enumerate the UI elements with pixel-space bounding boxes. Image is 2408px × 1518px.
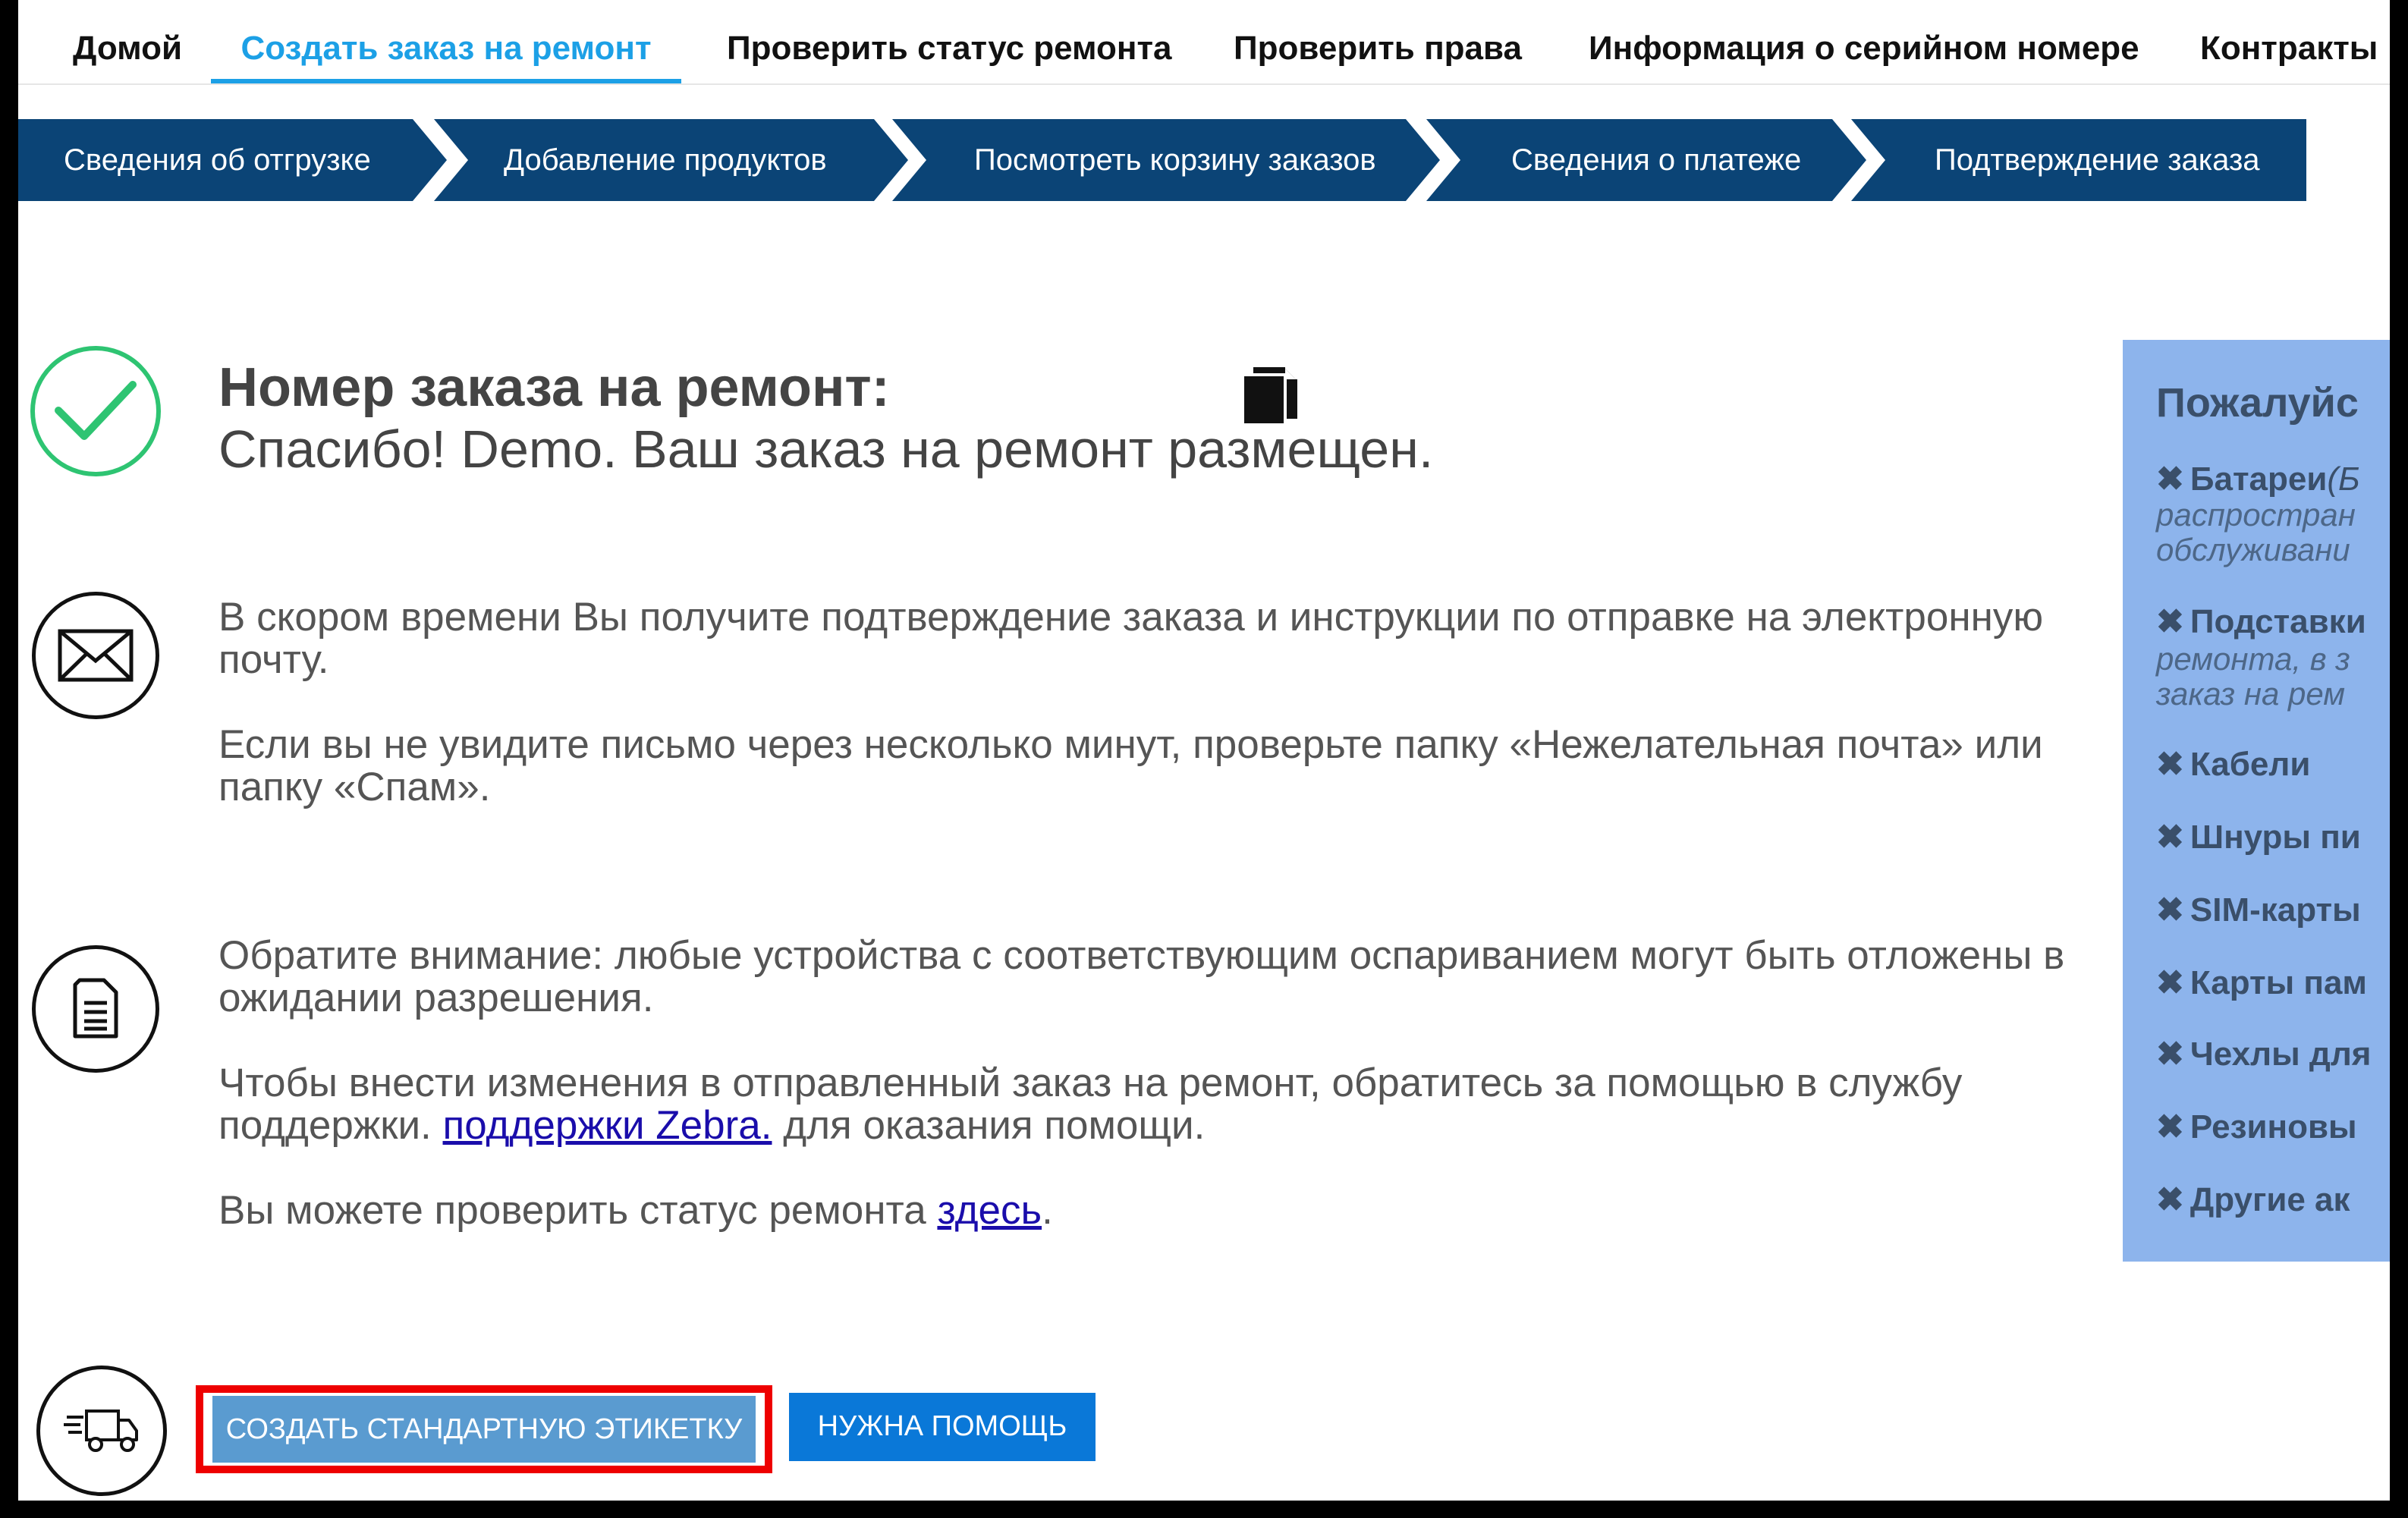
- sidepanel-item-label: Батареи: [2190, 460, 2328, 498]
- top-navigation: Домой Создать заказ на ремонт Проверить …: [18, 0, 2390, 85]
- sidepanel-subtext: заказ на рем: [2156, 676, 2346, 712]
- sidepanel-item-label: SIM-карты: [2190, 891, 2361, 929]
- sidepanel-item-label: Подставки: [2190, 603, 2366, 640]
- x-icon: ✖: [2156, 964, 2184, 1001]
- check-status-text-end: .: [1042, 1188, 1053, 1233]
- sidepanel-item-label: Кабели: [2190, 746, 2311, 783]
- step-label: Сведения о платеже: [1511, 143, 1802, 177]
- create-standard-label-button[interactable]: СОЗДАТЬ СТАНДАРТНУЮ ЭТИКЕТКУ: [212, 1396, 756, 1463]
- sidepanel-item-cases: ✖ Чехлы для: [2156, 1035, 2371, 1073]
- step-label: Подтверждение заказа: [1935, 143, 2260, 177]
- change-order-text: Чтобы внести изменения в отправленный за…: [218, 1062, 2138, 1147]
- spam-folder-text: Если вы не увидите письмо через нескольк…: [218, 722, 2043, 809]
- sidepanel-subtext: обслуживани: [2156, 532, 2350, 567]
- accessories-sidepanel: Пожалуйс ✖ Батареи(Б распростран обслужив…: [2123, 340, 2390, 1262]
- check-circle-icon: [30, 346, 161, 476]
- sidepanel-item-label: Чехлы для: [2190, 1036, 2372, 1073]
- sidepanel-subtext: распростран: [2156, 497, 2356, 533]
- dispute-notice-text: Обратите внимание: любые устройства с со…: [218, 933, 2065, 1020]
- sidepanel-item-rubber: ✖ Резиновы: [2156, 1108, 2357, 1146]
- nav-contracts[interactable]: Контракты: [2200, 20, 2378, 83]
- check-status-text: Вы можете проверить статус ремонта здесь…: [218, 1190, 2138, 1232]
- step-label: Добавление продуктов: [504, 143, 827, 177]
- nav-check-repair-status[interactable]: Проверить статус ремонта: [727, 20, 1171, 83]
- order-placed-message: Спасибо! Demo. Ваш заказ на ремонт разме…: [218, 420, 1434, 479]
- email-confirmation-text: В скором времени Вы получите подтвержден…: [218, 595, 2044, 682]
- sidepanel-item-label: Другие ак: [2190, 1181, 2350, 1218]
- sidepanel-item-stands: ✖ Подставки: [2156, 602, 2366, 641]
- sidepanel-item-suffix: (Б: [2327, 460, 2360, 498]
- x-icon: ✖: [2156, 891, 2184, 929]
- sidepanel-item-memory-cards: ✖ Карты пам: [2156, 963, 2367, 1002]
- sidepanel-item-batteries: ✖ Батареи(Б: [2156, 460, 2360, 498]
- step-view-cart[interactable]: Посмотреть корзину заказов: [892, 119, 1440, 201]
- sidepanel-item-power-cords: ✖ Шнуры пи: [2156, 818, 2361, 856]
- repair-order-number-title: Номер заказа на ремонт:: [218, 357, 890, 418]
- x-icon: ✖: [2156, 1036, 2184, 1073]
- x-icon: ✖: [2156, 1108, 2184, 1146]
- document-icon: [32, 945, 159, 1073]
- x-icon: ✖: [2156, 1181, 2184, 1218]
- sidepanel-item-label: Резиновы: [2190, 1108, 2357, 1146]
- sidepanel-item-cables: ✖ Кабели: [2156, 745, 2310, 784]
- nav-create-repair-order[interactable]: Создать заказ на ремонт: [211, 20, 681, 83]
- sidepanel-item-other-accessories: ✖ Другие ак: [2156, 1180, 2350, 1219]
- zebra-support-link[interactable]: поддержки Zebra.: [443, 1103, 772, 1148]
- delivery-truck-icon: [36, 1366, 167, 1496]
- page-frame: Домой Создать заказ на ремонт Проверить …: [18, 0, 2390, 1501]
- sidepanel-subtext: ремонта, в з: [2156, 641, 2350, 677]
- envelope-icon: [32, 592, 159, 719]
- step-label: Сведения об отгрузке: [64, 143, 371, 177]
- sidepanel-item-label: Шнуры пи: [2190, 819, 2361, 856]
- sidepanel-item-sim-cards: ✖ SIM-карты: [2156, 891, 2361, 929]
- check-status-text-start: Вы можете проверить статус ремонта: [218, 1188, 938, 1233]
- x-icon: ✖: [2156, 819, 2184, 856]
- change-order-text-end: для оказания помощи.: [772, 1103, 1206, 1148]
- step-shipping-info[interactable]: Сведения об отгрузке: [18, 119, 447, 201]
- check-status-link[interactable]: здесь: [937, 1188, 1042, 1233]
- order-steps: Сведения об отгрузке Добавление продукто…: [18, 119, 2390, 201]
- x-icon: ✖: [2156, 460, 2184, 498]
- sidepanel-title: Пожалуйс: [2156, 380, 2359, 426]
- sidepanel-item-label: Карты пам: [2190, 964, 2367, 1001]
- step-add-products[interactable]: Добавление продуктов: [434, 119, 908, 201]
- step-payment-info[interactable]: Сведения о платеже: [1426, 119, 1866, 201]
- need-help-button[interactable]: НУЖНА ПОМОЩЬ: [789, 1393, 1096, 1461]
- x-icon: ✖: [2156, 603, 2184, 640]
- step-label: Посмотреть корзину заказов: [974, 143, 1376, 177]
- nav-serial-number-info[interactable]: Информация о серийном номере: [1589, 20, 2139, 83]
- nav-home[interactable]: Домой: [73, 20, 182, 83]
- x-icon: ✖: [2156, 746, 2184, 783]
- nav-check-entitlement[interactable]: Проверить права: [1234, 20, 1522, 83]
- step-order-confirmation[interactable]: Подтверждение заказа: [1851, 119, 2306, 201]
